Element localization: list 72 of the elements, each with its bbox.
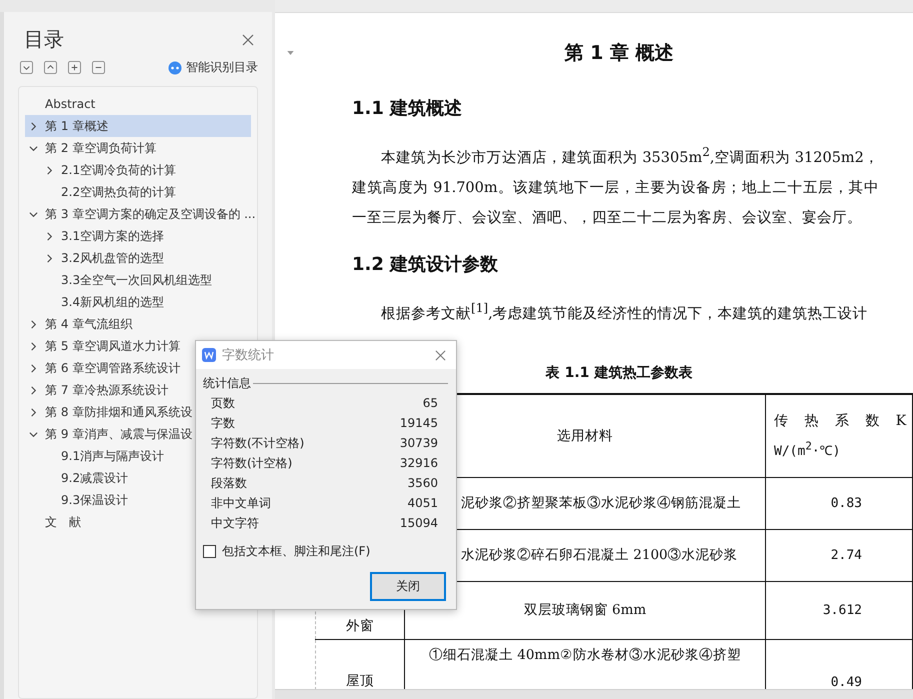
toc-item[interactable]: 3.1空调方案的选择 [25, 225, 251, 247]
stat-label: 段落数 [211, 474, 247, 492]
chevron-right-icon[interactable] [29, 342, 38, 350]
group-label: 统计信息 [203, 374, 251, 392]
chevron-down-icon[interactable] [29, 144, 38, 152]
table-cell: 2.74 [830, 548, 862, 563]
robot-icon [168, 60, 182, 74]
toc-item[interactable]: 2.1空调冷负荷的计算 [25, 159, 251, 181]
stat-label: 字符数(计空格) [211, 454, 292, 472]
stat-label: 字数 [211, 414, 235, 432]
close-icon[interactable] [242, 34, 254, 46]
chevron-right-icon[interactable] [45, 232, 54, 240]
add-icon[interactable] [68, 61, 81, 74]
stat-value: 3560 [407, 476, 438, 490]
chevron-right-icon[interactable] [29, 320, 38, 328]
checkbox-label[interactable]: 包括文本框、脚注和尾注(F) [222, 543, 370, 560]
close-button[interactable]: 关闭 [370, 572, 446, 601]
remove-icon[interactable] [92, 61, 105, 74]
toc-item[interactable]: 3.2风机盘管的选型 [25, 247, 251, 269]
app-icon [202, 348, 216, 362]
table-cell: 泥砂浆②挤塑聚苯板③水泥砂浆④钢筋混凝土 [461, 495, 741, 512]
smart-toc-button[interactable]: 智能识别目录 [168, 59, 258, 76]
table-cell: 屋顶 [346, 672, 374, 689]
expand-all-icon[interactable] [20, 61, 33, 74]
toc-item[interactable]: Abstract [25, 93, 251, 115]
chevron-right-icon[interactable] [29, 386, 38, 394]
stat-label: 非中文单词 [211, 494, 271, 512]
table-cell: 水泥砂浆②碎石卵石混凝土 2100③水泥砂浆 [461, 547, 738, 564]
section-heading: 1.2 建筑设计参数 [352, 252, 500, 277]
scrollbar[interactable] [275, 689, 913, 699]
chevron-right-icon[interactable] [29, 122, 38, 130]
stat-label: 页数 [211, 394, 235, 412]
chevron-right-icon[interactable] [45, 254, 54, 262]
column-header: 选用材料 [557, 428, 613, 444]
stat-label: 中文字符 [211, 514, 259, 532]
paragraph: 本建筑为长沙市万达酒店，建筑面积为 35305m$^{2}$,空调面积为 31205m2，建筑高度为 91.700m。该建筑地下一层，主要为设备房；地上二十五层，其中一至三层为餐厅、会议室、酒吧、，四至二十二层为客房、会议室、宴会厅。 [352, 144, 879, 228]
section-heading: 1.1 建筑概述 [352, 97, 464, 121]
chevron-right-icon[interactable] [29, 364, 38, 372]
stat-value: 32916 [400, 456, 438, 470]
chevron-down-icon[interactable] [29, 210, 38, 218]
toc-item[interactable]: 第 2 章空调负荷计算 [25, 137, 251, 159]
toc-item[interactable]: 第 4 章气流组织 [25, 313, 251, 335]
chevron-down-icon[interactable] [29, 430, 38, 438]
table-cell: 0.49 [830, 674, 862, 690]
close-icon[interactable] [435, 350, 446, 360]
stat-value: 65 [422, 396, 438, 410]
collapse-all-icon[interactable] [44, 61, 57, 74]
stat-value: 15094 [400, 516, 438, 530]
table-caption: 表 1.1 建筑热工参数表 [544, 364, 694, 383]
checkbox[interactable] [203, 545, 216, 558]
panel-title: 目录 [24, 26, 64, 53]
toc-item[interactable]: 3.4新风机组的选型 [25, 291, 251, 313]
toc-item[interactable]: 2.2空调热负荷的计算 [25, 181, 251, 203]
dialog-title: 字数统计 [222, 347, 274, 364]
table-cell: ①细石混凝土 40mm②防水卷材③水泥砂浆④挤塑 [428, 646, 742, 663]
paragraph: 根据参考文献$^{[1]}$,考虑建筑节能及经济性的情况下，本建筑的建筑热工设计 [380, 300, 869, 324]
table-cell: 0.83 [830, 496, 862, 511]
table-cell: 3.612 [822, 602, 862, 618]
unit-text: W/(m$^{2}$·℃) [773, 440, 842, 460]
chevron-right-icon[interactable] [29, 408, 38, 416]
toc-item[interactable]: 3.3全空气一次回风机组选型 [25, 269, 251, 291]
table-cell: 外窗 [346, 618, 374, 634]
stat-value: 30739 [400, 436, 438, 450]
stat-label: 字符数(不计空格) [211, 434, 304, 452]
chapter-title: 第 1 章 概述 [563, 41, 675, 65]
column-header: 传 热 系 数 K [773, 412, 912, 430]
caret-icon[interactable] [287, 51, 294, 55]
stat-value: 19145 [400, 416, 438, 430]
stat-value: 4051 [407, 496, 438, 510]
chevron-right-icon[interactable] [45, 166, 54, 174]
table-cell: 双层玻璃钢窗 6mm [524, 602, 646, 618]
toc-item[interactable]: 第 1 章概述 [25, 115, 251, 137]
